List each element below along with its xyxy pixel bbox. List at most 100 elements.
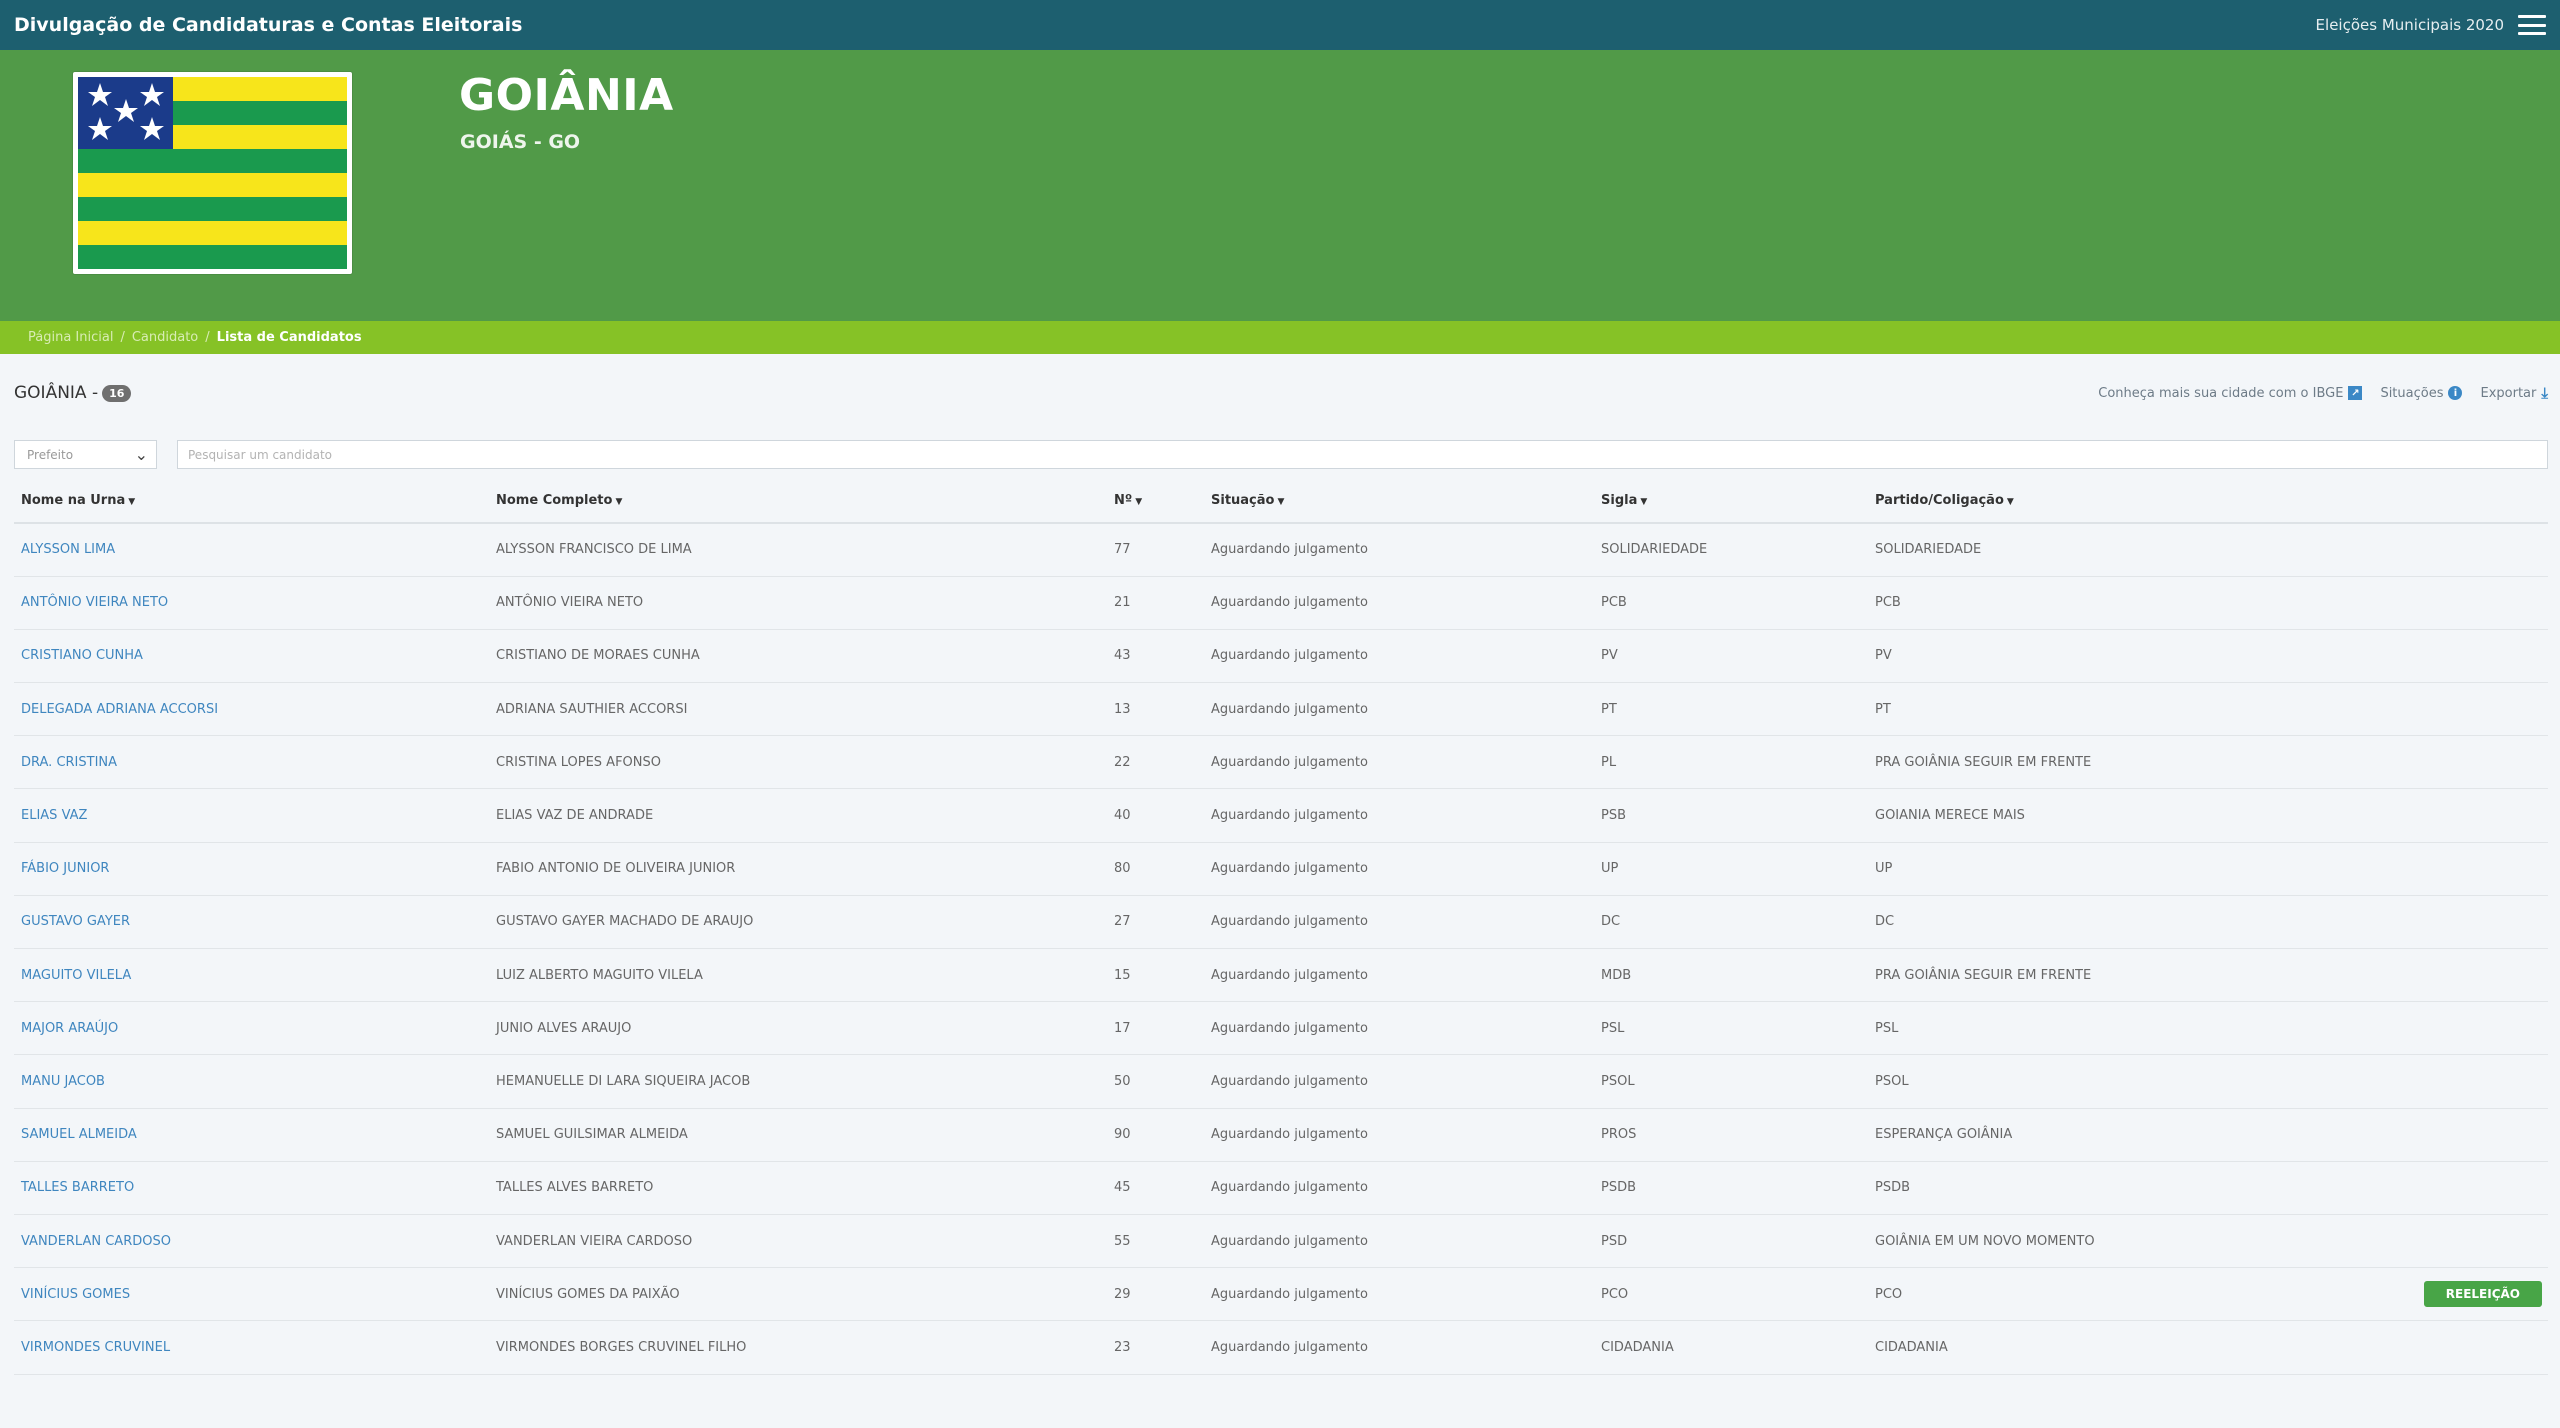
header-party[interactable]: Partido/Coligação ▼ [1868,478,2548,524]
cell-urn-name: SAMUEL ALMEIDA [14,1108,489,1162]
cell-status: Aguardando julgamento [1204,523,1594,577]
hamburger-icon[interactable] [2518,15,2546,35]
cell-status: Aguardando julgamento [1204,735,1594,790]
party-label: UP [1875,861,1893,877]
cell-full-name: FABIO ANTONIO DE OLIVEIRA JUNIOR [489,842,1107,896]
cell-party: PCO REELEIÇÃO [1868,1267,2548,1322]
table-row[interactable]: FÁBIO JUNIOR FABIO ANTONIO DE OLIVEIRA JU… [14,842,2548,896]
candidate-link[interactable]: ELIAS VAZ [21,808,87,823]
cell-party: UP [1868,842,2548,896]
candidate-link[interactable]: ANTÔNIO VIEIRA NETO [21,595,168,610]
download-icon: ⤓ [2541,384,2548,402]
table-row[interactable]: VINÍCIUS GOMES VINÍCIUS GOMES DA PAIXÃO 29… [14,1267,2548,1322]
breadcrumb-home[interactable]: Página Inicial [28,330,113,345]
cell-urn-name: ALYSSON LIMA [14,523,489,577]
cell-full-name: LUIZ ALBERTO MAGUITO VILELA [489,948,1107,1003]
candidate-link[interactable]: CRISTIANO CUNHA [21,648,143,663]
cell-party: PV [1868,629,2548,684]
cell-status: Aguardando julgamento [1204,1267,1594,1322]
table-row[interactable]: DELEGADA ADRIANA ACCORSI ADRIANA SAUTHIER… [14,682,2548,737]
cell-full-name: ANTÔNIO VIEIRA NETO [489,576,1107,630]
cell-full-name: HEMANUELLE DI LARA SIQUEIRA JACOB [489,1054,1107,1109]
cell-party: PSL [1868,1001,2548,1056]
election-label[interactable]: Eleições Municipais 2020 [2316,16,2504,34]
candidate-link[interactable]: SAMUEL ALMEIDA [21,1127,137,1142]
header-full-name[interactable]: Nome Completo ▼ [489,478,1107,524]
topbar-right: Eleições Municipais 2020 [2316,15,2546,35]
header-label: Sigla [1601,492,1638,508]
table-row[interactable]: ALYSSON LIMA ALYSSON FRANCISCO DE LIMA 77 A… [14,523,2548,577]
table-row[interactable]: DRA. CRISTINA CRISTINA LOPES AFONSO 22 Agua… [14,735,2548,790]
chevron-down-icon: ⌄ [134,445,148,464]
candidate-count-badge: 16 [102,384,132,402]
candidate-link[interactable]: ALYSSON LIMA [21,542,115,557]
cell-number: 77 [1107,523,1204,577]
header-status[interactable]: Situação ▼ [1204,478,1594,524]
goias-flag-icon [78,77,347,269]
table-row[interactable]: MAJOR ARAÚJO JUNIO ALVES ARAUJO 17 Aguardan… [14,1001,2548,1056]
candidate-link[interactable]: FÁBIO JUNIOR [21,861,109,876]
candidate-link[interactable]: MAJOR ARAÚJO [21,1021,118,1036]
cell-urn-name: CRISTIANO CUNHA [14,629,489,684]
candidate-link[interactable]: DELEGADA ADRIANA ACCORSI [21,702,218,717]
table-row[interactable]: ANTÔNIO VIEIRA NETO ANTÔNIO VIEIRA NETO 21… [14,576,2548,630]
situations-link-label: Situações [2380,385,2444,401]
candidate-link[interactable]: MAGUITO VILELA [21,968,131,983]
cell-abbr: CIDADANIA [1594,1320,1868,1375]
ibge-link[interactable]: Conheça mais sua cidade com o IBGE ↗ [2098,386,2363,401]
table-row[interactable]: ELIAS VAZ ELIAS VAZ DE ANDRADE 40 Aguardand… [14,788,2548,843]
cell-party: DC [1868,895,2548,950]
cell-status: Aguardando julgamento [1204,948,1594,1003]
cell-party: ESPERANÇA GOIÂNIA [1868,1108,2548,1162]
table-row[interactable]: MANU JACOB HEMANUELLE DI LARA SIQUEIRA JA… [14,1054,2548,1109]
table-row[interactable]: TALLES BARRETO TALLES ALVES BARRETO 45 Agua… [14,1161,2548,1215]
table-row[interactable]: GUSTAVO GAYER GUSTAVO GAYER MACHADO DE AR… [14,895,2548,950]
table-row[interactable]: MAGUITO VILELA LUIZ ALBERTO MAGUITO VILEL… [14,948,2548,1003]
cell-number: 29 [1107,1267,1204,1322]
external-link-icon: ↗ [2348,386,2363,400]
header-abbr[interactable]: Sigla ▼ [1594,478,1868,524]
cell-abbr: PSL [1594,1001,1868,1056]
candidate-search-input[interactable] [177,440,2548,469]
cell-abbr: PROS [1594,1108,1868,1162]
header-urn-name[interactable]: Nome na Urna ▼ [14,478,489,524]
party-label: GOIÂNIA EM UM NOVO MOMENTO [1875,1233,2095,1249]
table-row[interactable]: SAMUEL ALMEIDA SAMUEL GUILSIMAR ALMEIDA 90… [14,1108,2548,1162]
cell-party: CIDADANIA [1868,1320,2548,1375]
candidate-link[interactable]: GUSTAVO GAYER [21,914,130,929]
city-flag [73,72,352,274]
breadcrumb-separator: / [120,330,125,345]
cell-full-name: VANDERLAN VIEIRA CARDOSO [489,1214,1107,1269]
app-title[interactable]: Divulgação de Candidaturas e Contas Elei… [14,14,522,36]
caret-down-icon: ▼ [1277,496,1285,507]
table-row[interactable]: VANDERLAN CARDOSO VANDERLAN VIEIRA CARDOS… [14,1214,2548,1269]
candidate-link[interactable]: TALLES BARRETO [21,1180,134,1195]
table-row[interactable]: CRISTIANO CUNHA CRISTIANO DE MORAES CUNHA… [14,629,2548,684]
candidate-link[interactable]: DRA. CRISTINA [21,755,117,770]
caret-down-icon: ▼ [128,496,136,507]
cell-urn-name: VINÍCIUS GOMES [14,1267,489,1322]
table-row[interactable]: VIRMONDES CRUVINEL VIRMONDES BORGES CRUVI… [14,1320,2548,1375]
cell-status: Aguardando julgamento [1204,1161,1594,1215]
candidate-link[interactable]: VANDERLAN CARDOSO [21,1234,171,1249]
candidate-link[interactable]: MANU JACOB [21,1074,105,1089]
cell-status: Aguardando julgamento [1204,1001,1594,1056]
cell-full-name: ELIAS VAZ DE ANDRADE [489,788,1107,843]
cell-urn-name: MANU JACOB [14,1054,489,1109]
reelection-badge: REELEIÇÃO [2423,1281,2542,1308]
situations-link[interactable]: Situações i [2380,385,2463,401]
breadcrumb-candidate[interactable]: Candidato [132,330,198,345]
cell-abbr: PSD [1594,1214,1868,1269]
cell-number: 13 [1107,682,1204,737]
office-select[interactable]: Prefeito ⌄ [14,440,157,469]
party-label: PT [1875,701,1891,717]
top-navbar: Divulgação de Candidaturas e Contas Elei… [0,0,2560,50]
header-number[interactable]: Nº ▼ [1107,478,1204,524]
candidate-link[interactable]: VINÍCIUS GOMES [21,1287,130,1302]
cell-party: SOLIDARIEDADE [1868,523,2548,577]
candidate-link[interactable]: VIRMONDES CRUVINEL [21,1340,170,1355]
table-header-row: Nome na Urna ▼ Nome Completo ▼ Nº ▼ Situação ▼ S… [14,478,2548,524]
party-label: PSOL [1875,1073,1909,1089]
candidates-table: Nome na Urna ▼ Nome Completo ▼ Nº ▼ Situação ▼ S… [14,478,2548,1375]
export-link[interactable]: Exportar ⤓ [2480,384,2548,402]
